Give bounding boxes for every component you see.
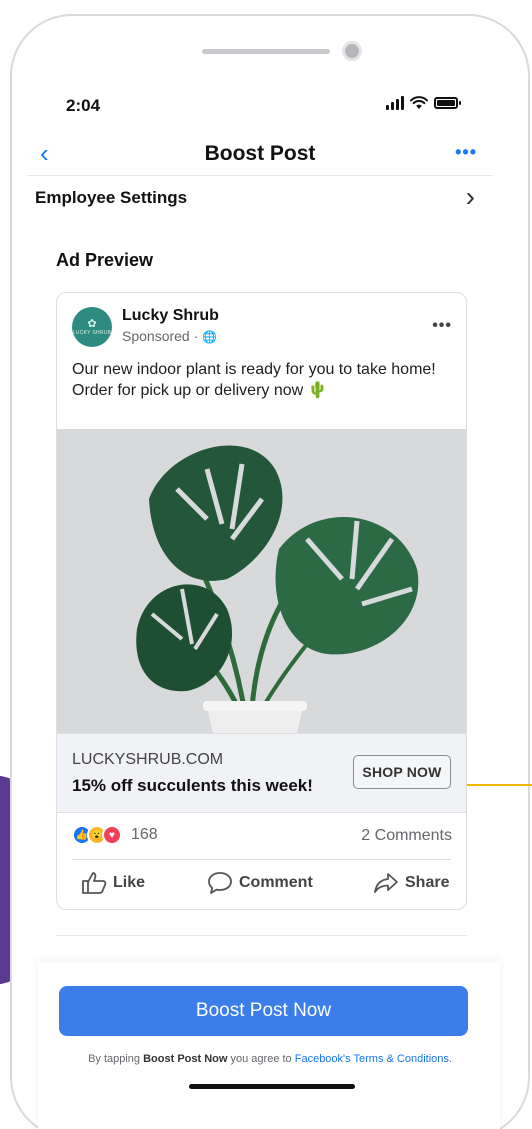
comment-label: Comment [239,874,313,891]
status-bar: 2:04 [0,92,532,122]
post-body: Our new indoor plant is ready for you to… [72,361,436,399]
sponsored-text: Sponsored · [122,328,203,344]
wifi-icon [410,96,428,109]
post-actions: Like Comment Share [57,871,466,901]
page-name[interactable]: Lucky Shrub [122,307,219,325]
avatar-text: LUCKY SHRUB [72,329,112,336]
link-domain: LUCKYSHRUB.COM [72,751,224,768]
like-label: Like [113,874,146,891]
comments-count[interactable]: 2 Comments [361,827,452,845]
share-icon [374,873,398,893]
like-action[interactable]: Like [81,871,145,895]
callout-line [462,784,532,786]
disclaimer-mid: you agree to [227,1053,295,1065]
globe-icon: 🌐 [202,330,218,344]
share-label: Share [405,874,450,891]
phone-camera [342,41,362,61]
monstera-plant-image [57,429,466,733]
status-icons [386,96,461,110]
chevron-right-icon: › [465,181,475,212]
sponsored-label: Sponsored · 🌐 [122,328,217,344]
comment-action[interactable]: Comment [207,871,313,895]
more-options-icon[interactable]: ••• [455,142,477,163]
status-time: 2:04 [66,96,101,115]
plant-logo-icon: ✿ [87,317,97,330]
employee-settings-label: Employee Settings [35,188,188,207]
boost-post-now-button[interactable]: Boost Post Now [59,986,468,1036]
post-more-icon[interactable]: ••• [432,317,452,335]
comment-icon [208,872,232,894]
disclaimer-bold: Boost Post Now [143,1053,228,1065]
shop-now-button[interactable]: SHOP NOW [353,755,451,789]
terms-disclaimer: By tapping Boost Post Now you agree to F… [40,1053,500,1065]
card-divider [72,859,451,860]
disclaimer-end: . [448,1053,452,1065]
avatar: ✿ LUCKY SHRUB [72,307,112,347]
thumbs-up-icon [82,872,107,894]
reaction-summary[interactable]: 👍 😮 ♥ 168 [72,825,158,845]
signal-icon [386,96,404,110]
reaction-count: 168 [131,826,158,843]
ad-preview-title: Ad Preview [56,250,154,270]
employee-settings-row[interactable]: Employee Settings › [35,181,475,216]
content-separator [56,935,467,936]
link-headline: 15% off succulents this week! [72,776,313,795]
disclaimer-prefix: By tapping [88,1053,144,1065]
share-action[interactable]: Share [373,871,449,895]
page-title: Boost Post [204,142,316,165]
terms-link[interactable]: Facebook's Terms & Conditions [295,1053,449,1065]
love-reaction-icon: ♥ [102,825,122,845]
phone-speaker [202,49,330,54]
battery-icon [434,97,461,109]
cta-bar[interactable]: LUCKYSHRUB.COM 15% off succulents this w… [57,733,466,813]
nav-bar: ‹ Boost Post ••• [27,140,493,176]
ad-image[interactable] [57,429,466,733]
home-indicator [189,1084,355,1089]
ad-preview-card: ✿ LUCKY SHRUB Lucky Shrub Sponsored · 🌐 … [56,292,467,910]
